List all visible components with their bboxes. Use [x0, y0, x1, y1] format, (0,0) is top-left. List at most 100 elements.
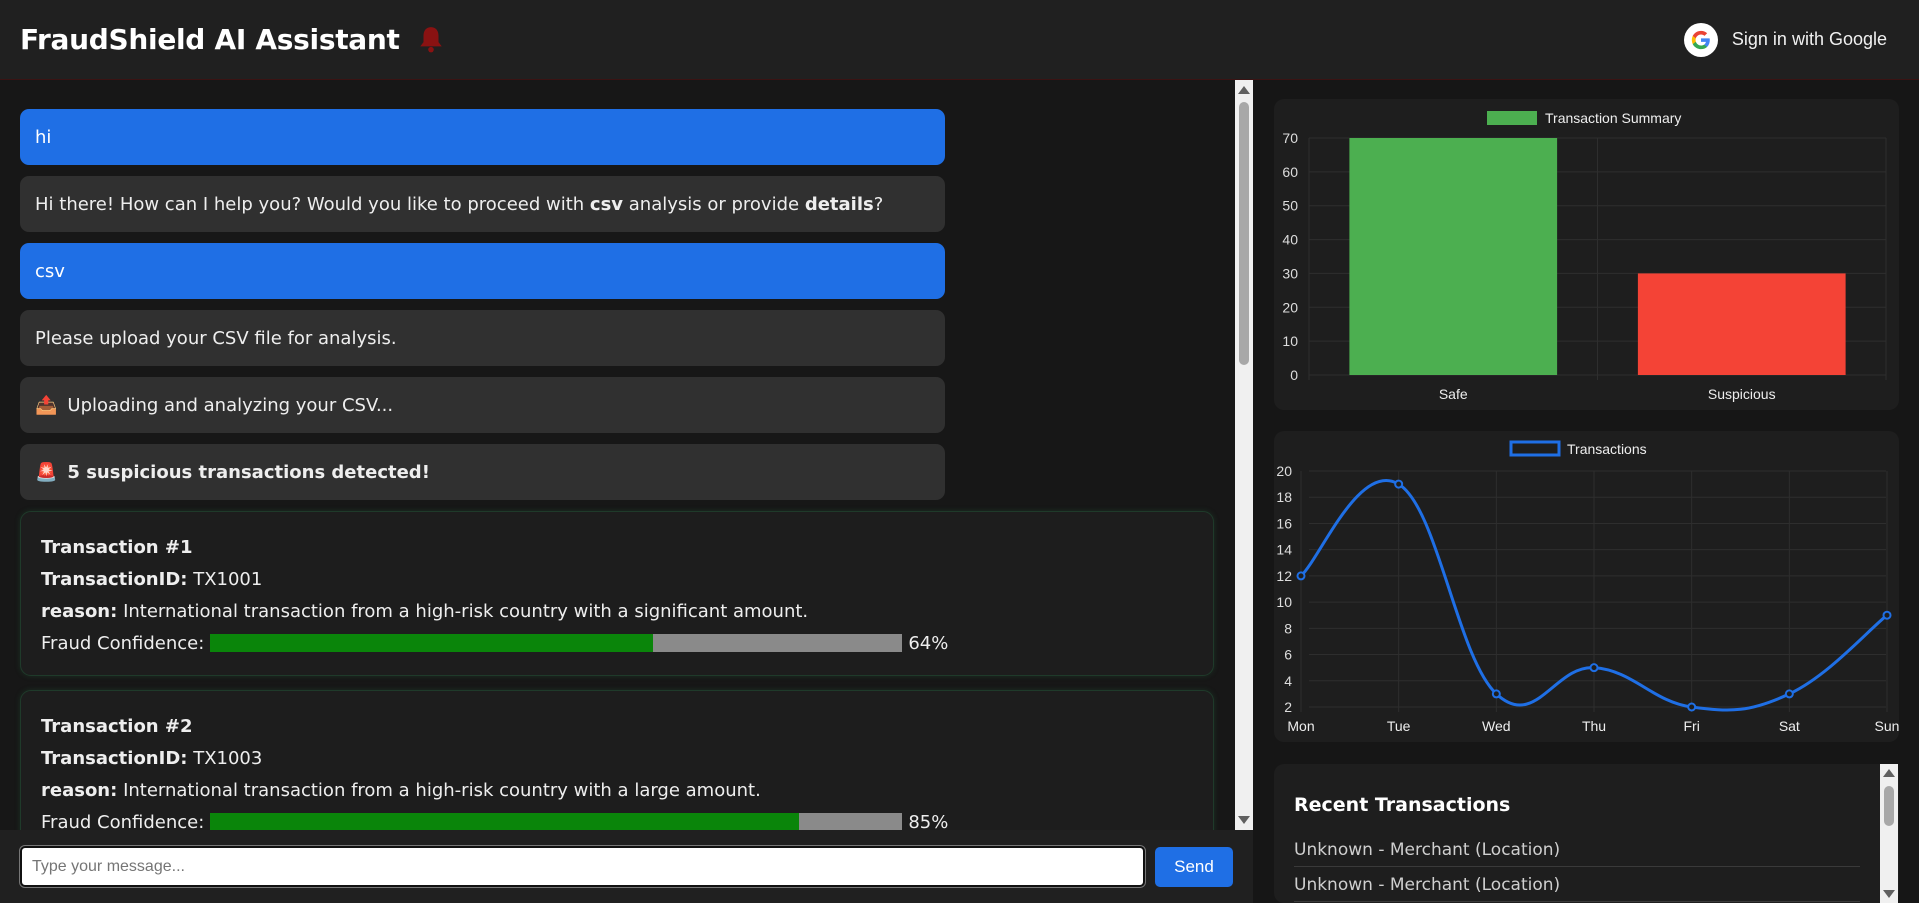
y-tick-label: 10 — [1276, 594, 1292, 610]
bell-icon[interactable] — [418, 25, 444, 55]
recent-transaction-item[interactable]: Unknown - Merchant (Location) — [1294, 832, 1860, 867]
x-tick-label: Tue — [1387, 718, 1411, 734]
transaction-id-label: TransactionID: — [41, 568, 188, 590]
scroll-thumb[interactable] — [1239, 102, 1249, 365]
y-tick-label: 20 — [1276, 463, 1292, 479]
recent-transactions-title: Recent Transactions — [1294, 794, 1511, 816]
user-message: hi — [20, 109, 945, 165]
transactions-chart-card: Transactions 2 4 6 8 10 12 14 16 18 20 Mon Tue Wed Thu… — [1274, 431, 1899, 742]
summary-chart-card: Transaction Summary 0 10 20 30 40 50 60 70 Safe Su… — [1274, 99, 1899, 410]
legend-label: Transaction Summary — [1545, 110, 1681, 126]
x-tick-label: Thu — [1582, 718, 1606, 734]
confidence-fill — [210, 634, 654, 652]
data-point — [1394, 479, 1404, 489]
transaction-id: TX1003 — [193, 747, 263, 769]
message-text: Uploading and analyzing your CSV... — [67, 395, 393, 416]
confidence-bar — [210, 813, 903, 830]
message-text-part: Uploading and analyzing your CSV... — [67, 394, 394, 416]
scroll-up-icon[interactable] — [1883, 769, 1895, 777]
y-tick-label: 16 — [1276, 515, 1292, 531]
chat-scrollbar[interactable] — [1235, 80, 1253, 830]
x-tick-label: Wed — [1482, 718, 1511, 734]
y-tick-label: 12 — [1276, 568, 1292, 584]
data-point — [1784, 689, 1794, 699]
user-message: csv — [20, 243, 945, 299]
bot-message: 📤 Uploading and analyzing your CSV... — [20, 377, 945, 433]
transaction-id: TX1001 — [193, 568, 263, 590]
signin-label: Sign in with Google — [1731, 29, 1887, 49]
message-text: 5 suspicious transactions detected! — [67, 462, 429, 483]
message-text-part: Hi there! How can I help you? Would you … — [35, 193, 590, 215]
message-text-part: ? — [873, 193, 884, 215]
x-tick-label: Suspicious — [1708, 386, 1776, 402]
bot-message: Please upload your CSV file for analysis… — [20, 310, 945, 366]
y-tick-label: 8 — [1284, 620, 1292, 636]
y-tick-label: 40 — [1282, 232, 1298, 248]
legend-swatch — [1487, 111, 1537, 125]
bot-message: 🚨 5 suspicious transactions detected! — [20, 444, 945, 500]
chat-panel: hi Hi there! How can I help you? Would yo… — [0, 80, 1235, 830]
message-input-bar: Send — [0, 830, 1253, 903]
bar — [1637, 273, 1846, 375]
y-tick-label: 30 — [1282, 265, 1298, 281]
y-tick-label: 6 — [1284, 647, 1292, 663]
scroll-down-icon[interactable] — [1238, 816, 1250, 824]
message-input[interactable] — [19, 845, 1146, 888]
transaction-reason: International transaction from a high-ri… — [123, 600, 809, 622]
recent-transactions-card: Recent Transactions Unknown - Merchant (… — [1274, 764, 1899, 903]
scroll-up-icon[interactable] — [1238, 86, 1250, 94]
confidence-value: 85% — [908, 811, 949, 831]
scroll-thumb[interactable] — [1884, 786, 1894, 826]
bar — [1349, 138, 1558, 375]
x-tick-label: Sun — [1875, 718, 1899, 734]
transactions-line-chart: Transactions 2 4 6 8 10 12 14 16 18 20 Mon Tue Wed Thu… — [1276, 440, 1899, 734]
data-point — [1296, 571, 1306, 581]
legend-label: Transactions — [1567, 441, 1647, 457]
message-emoji-icon: 🚨 — [35, 461, 58, 483]
data-point — [1491, 689, 1501, 699]
data-point — [1882, 610, 1892, 620]
y-tick-label: 60 — [1282, 164, 1298, 180]
app-title: FraudShield AI Assistant — [20, 23, 400, 56]
message-text-part: csv — [35, 260, 65, 282]
x-tick-label: Mon — [1287, 718, 1314, 734]
bot-message: Hi there! How can I help you? Would you … — [20, 176, 945, 232]
data-point — [1589, 663, 1599, 673]
confidence-label: Fraud Confidence: — [41, 811, 205, 831]
x-tick-label: Safe — [1439, 386, 1468, 402]
message-text: Please upload your CSV file for analysis… — [35, 328, 397, 349]
recent-transaction-item[interactable]: Unknown - Merchant (Location) — [1294, 867, 1860, 902]
transaction-id-label: TransactionID: — [41, 747, 188, 769]
message-text-part: hi — [35, 126, 52, 148]
google-signin-button[interactable]: Sign in with Google — [1683, 22, 1887, 57]
y-tick-label: 50 — [1282, 198, 1298, 214]
message-text-part: analysis or provide — [623, 193, 805, 215]
transaction-card: Transaction #1 TransactionID: TX1001 reaso… — [20, 511, 1214, 676]
confidence-bar — [210, 634, 903, 652]
transaction-title: Transaction #2 — [41, 715, 193, 737]
dashboard-sidebar: Transaction Summary 0 10 20 30 40 50 60 70 Safe Su… — [1253, 80, 1919, 903]
transaction-card: Transaction #2 TransactionID: TX1003 reaso… — [20, 690, 1214, 830]
transaction-reason: International transaction from a high-ri… — [123, 779, 761, 801]
message-text: Hi there! How can I help you? Would you … — [35, 194, 883, 215]
google-g-icon — [1683, 22, 1718, 57]
message-text-part: 5 suspicious transactions detected! — [67, 461, 430, 483]
confidence-fill — [210, 813, 799, 830]
message-text-part: details — [804, 193, 874, 215]
message-text-part: csv — [589, 193, 624, 215]
x-tick-label: Sat — [1779, 718, 1800, 734]
reason-label: reason: — [41, 779, 118, 801]
confidence-value: 64% — [908, 632, 949, 654]
x-tick-label: Fri — [1684, 718, 1700, 734]
confidence-label: Fraud Confidence: — [41, 632, 205, 654]
message-list: hi Hi there! How can I help you? Would yo… — [20, 109, 1215, 830]
reason-label: reason: — [41, 600, 118, 622]
legend-swatch — [1509, 440, 1561, 457]
top-bar: FraudShield AI Assistant Sign in with Go… — [0, 0, 1919, 80]
recent-scrollbar[interactable] — [1880, 764, 1898, 903]
send-button[interactable]: Send — [1155, 846, 1233, 887]
message-text-part: Please upload your CSV file for analysis… — [35, 327, 397, 349]
y-tick-label: 70 — [1282, 130, 1298, 146]
scroll-down-icon[interactable] — [1883, 890, 1895, 898]
message-text: hi — [35, 127, 51, 148]
